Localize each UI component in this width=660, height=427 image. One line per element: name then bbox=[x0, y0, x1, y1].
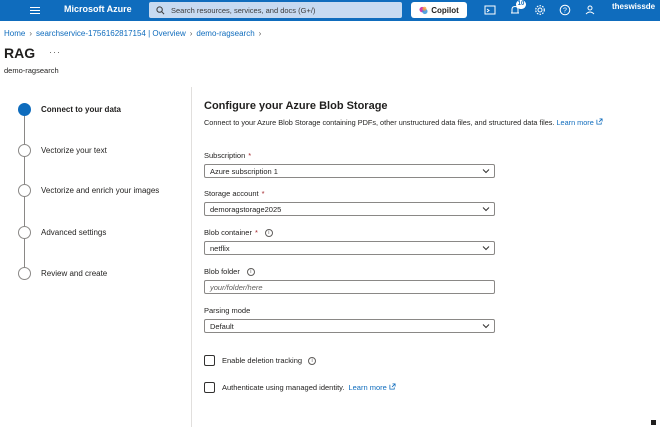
external-link-icon bbox=[596, 118, 603, 125]
chevron-right-icon: › bbox=[258, 29, 262, 38]
brand-title[interactable]: Microsoft Azure bbox=[64, 4, 132, 14]
chevron-right-icon: › bbox=[29, 29, 33, 38]
menu-icon[interactable] bbox=[30, 4, 42, 16]
more-options-button[interactable]: ··· bbox=[49, 47, 61, 57]
page-subtitle: demo-ragsearch bbox=[4, 66, 59, 75]
blob-container-dropdown[interactable]: netflix bbox=[204, 241, 495, 255]
storage-account-value: demoragstorage2025 bbox=[210, 204, 282, 214]
deletion-tracking-checkbox[interactable]: Enable deletion tracking i bbox=[204, 355, 317, 366]
search-placeholder: Search resources, services, and docs (G+… bbox=[171, 5, 316, 15]
breadcrumb-search-service[interactable]: searchservice-1756162817154 | Overview bbox=[36, 29, 186, 38]
form-title: Configure your Azure Blob Storage bbox=[204, 100, 388, 112]
deletion-tracking-label: Enable deletion tracking bbox=[222, 356, 303, 365]
wizard-step-vectorize-text[interactable]: Vectorize your text bbox=[18, 144, 107, 157]
required-marker: * bbox=[248, 151, 252, 160]
chevron-down-icon bbox=[482, 324, 490, 329]
gear-icon[interactable] bbox=[534, 4, 546, 16]
wizard-step-label: Review and create bbox=[41, 269, 108, 278]
blob-folder-label-text: Blob folder bbox=[204, 267, 240, 276]
help-icon[interactable]: ? bbox=[559, 4, 571, 16]
wizard-step-vectorize-images[interactable]: Vectorize and enrich your images bbox=[18, 184, 159, 197]
wizard-step-label: Vectorize and enrich your images bbox=[41, 186, 160, 195]
subscription-label-text: Subscription bbox=[204, 151, 246, 160]
wizard-step-label: Advanced settings bbox=[41, 228, 107, 237]
chevron-down-icon bbox=[482, 169, 490, 174]
external-link-icon bbox=[389, 383, 396, 390]
notification-badge: 10 bbox=[516, 0, 526, 9]
resize-handle bbox=[651, 420, 656, 425]
blob-folder-input[interactable]: your/folder/here bbox=[204, 280, 495, 294]
breadcrumb-home[interactable]: Home bbox=[4, 29, 25, 38]
required-marker: * bbox=[261, 189, 265, 198]
breadcrumb: Home › searchservice-1756162817154 | Ove… bbox=[4, 29, 265, 38]
page-title: RAG bbox=[4, 45, 36, 61]
parsing-mode-value: Default bbox=[210, 321, 234, 331]
step-indicator bbox=[18, 226, 31, 239]
copilot-label: Copilot bbox=[431, 5, 459, 15]
user-account[interactable]: theswissde bbox=[612, 2, 660, 11]
learn-more-text: Learn more bbox=[348, 383, 387, 392]
feedback-icon[interactable] bbox=[584, 4, 596, 16]
info-icon[interactable]: i bbox=[308, 356, 317, 365]
step-indicator bbox=[18, 144, 31, 157]
copilot-icon bbox=[419, 6, 428, 14]
svg-text:?: ? bbox=[563, 7, 567, 14]
subscription-value: Azure subscription 1 bbox=[210, 166, 278, 176]
form-description: Connect to your Azure Blob Storage conta… bbox=[204, 118, 603, 127]
subscription-dropdown[interactable]: Azure subscription 1 bbox=[204, 164, 495, 178]
managed-identity-label: Authenticate using managed identity. bbox=[222, 383, 345, 392]
copilot-button[interactable]: Copilot bbox=[411, 2, 467, 18]
wizard-step-connect-data[interactable]: Connect to your data bbox=[18, 103, 121, 116]
chevron-down-icon bbox=[482, 207, 490, 212]
info-icon[interactable]: i bbox=[264, 228, 273, 237]
breadcrumb-demo-ragsearch[interactable]: demo-ragsearch bbox=[196, 29, 254, 38]
wizard-step-review-create[interactable]: Review and create bbox=[18, 267, 107, 280]
info-icon[interactable]: i bbox=[246, 267, 255, 276]
cloud-shell-icon[interactable] bbox=[484, 4, 496, 16]
wizard-step-label: Vectorize your text bbox=[41, 146, 107, 155]
learn-more-text: Learn more bbox=[556, 118, 594, 127]
chevron-right-icon: › bbox=[189, 29, 193, 38]
parsing-mode-label: Parsing mode bbox=[204, 306, 250, 315]
step-indicator bbox=[18, 184, 31, 197]
step-indicator bbox=[18, 267, 31, 280]
storage-account-label: Storage account * bbox=[204, 189, 265, 198]
storage-account-label-text: Storage account bbox=[204, 189, 259, 198]
wizard-step-label: Connect to your data bbox=[41, 105, 122, 114]
parsing-mode-dropdown[interactable]: Default bbox=[204, 319, 495, 333]
blob-container-label-text: Blob container bbox=[204, 228, 252, 237]
blob-container-label: Blob container * i bbox=[204, 228, 273, 237]
wizard-step-advanced-settings[interactable]: Advanced settings bbox=[18, 226, 106, 239]
subscription-label: Subscription * bbox=[204, 151, 251, 160]
required-marker: * bbox=[254, 228, 258, 237]
learn-more-link[interactable]: Learn more bbox=[556, 118, 603, 127]
panel-divider bbox=[191, 87, 192, 427]
blob-container-value: netflix bbox=[210, 243, 230, 253]
managed-identity-learn-more-link[interactable]: Learn more bbox=[348, 383, 396, 392]
top-bar: Microsoft Azure Search resources, servic… bbox=[0, 0, 660, 21]
blob-folder-label: Blob folder i bbox=[204, 267, 255, 276]
blob-folder-placeholder: your/folder/here bbox=[210, 282, 263, 292]
parsing-mode-label-text: Parsing mode bbox=[204, 306, 251, 315]
storage-account-dropdown[interactable]: demoragstorage2025 bbox=[204, 202, 495, 216]
checkbox-box[interactable] bbox=[204, 382, 215, 393]
chevron-down-icon bbox=[482, 246, 490, 251]
search-icon bbox=[156, 5, 165, 14]
step-indicator-active bbox=[18, 103, 31, 116]
checkbox-box[interactable] bbox=[204, 355, 215, 366]
form-description-text: Connect to your Azure Blob Storage conta… bbox=[204, 118, 555, 127]
global-search-input[interactable]: Search resources, services, and docs (G+… bbox=[149, 2, 402, 18]
managed-identity-checkbox[interactable]: Authenticate using managed identity. Lea… bbox=[204, 382, 396, 393]
